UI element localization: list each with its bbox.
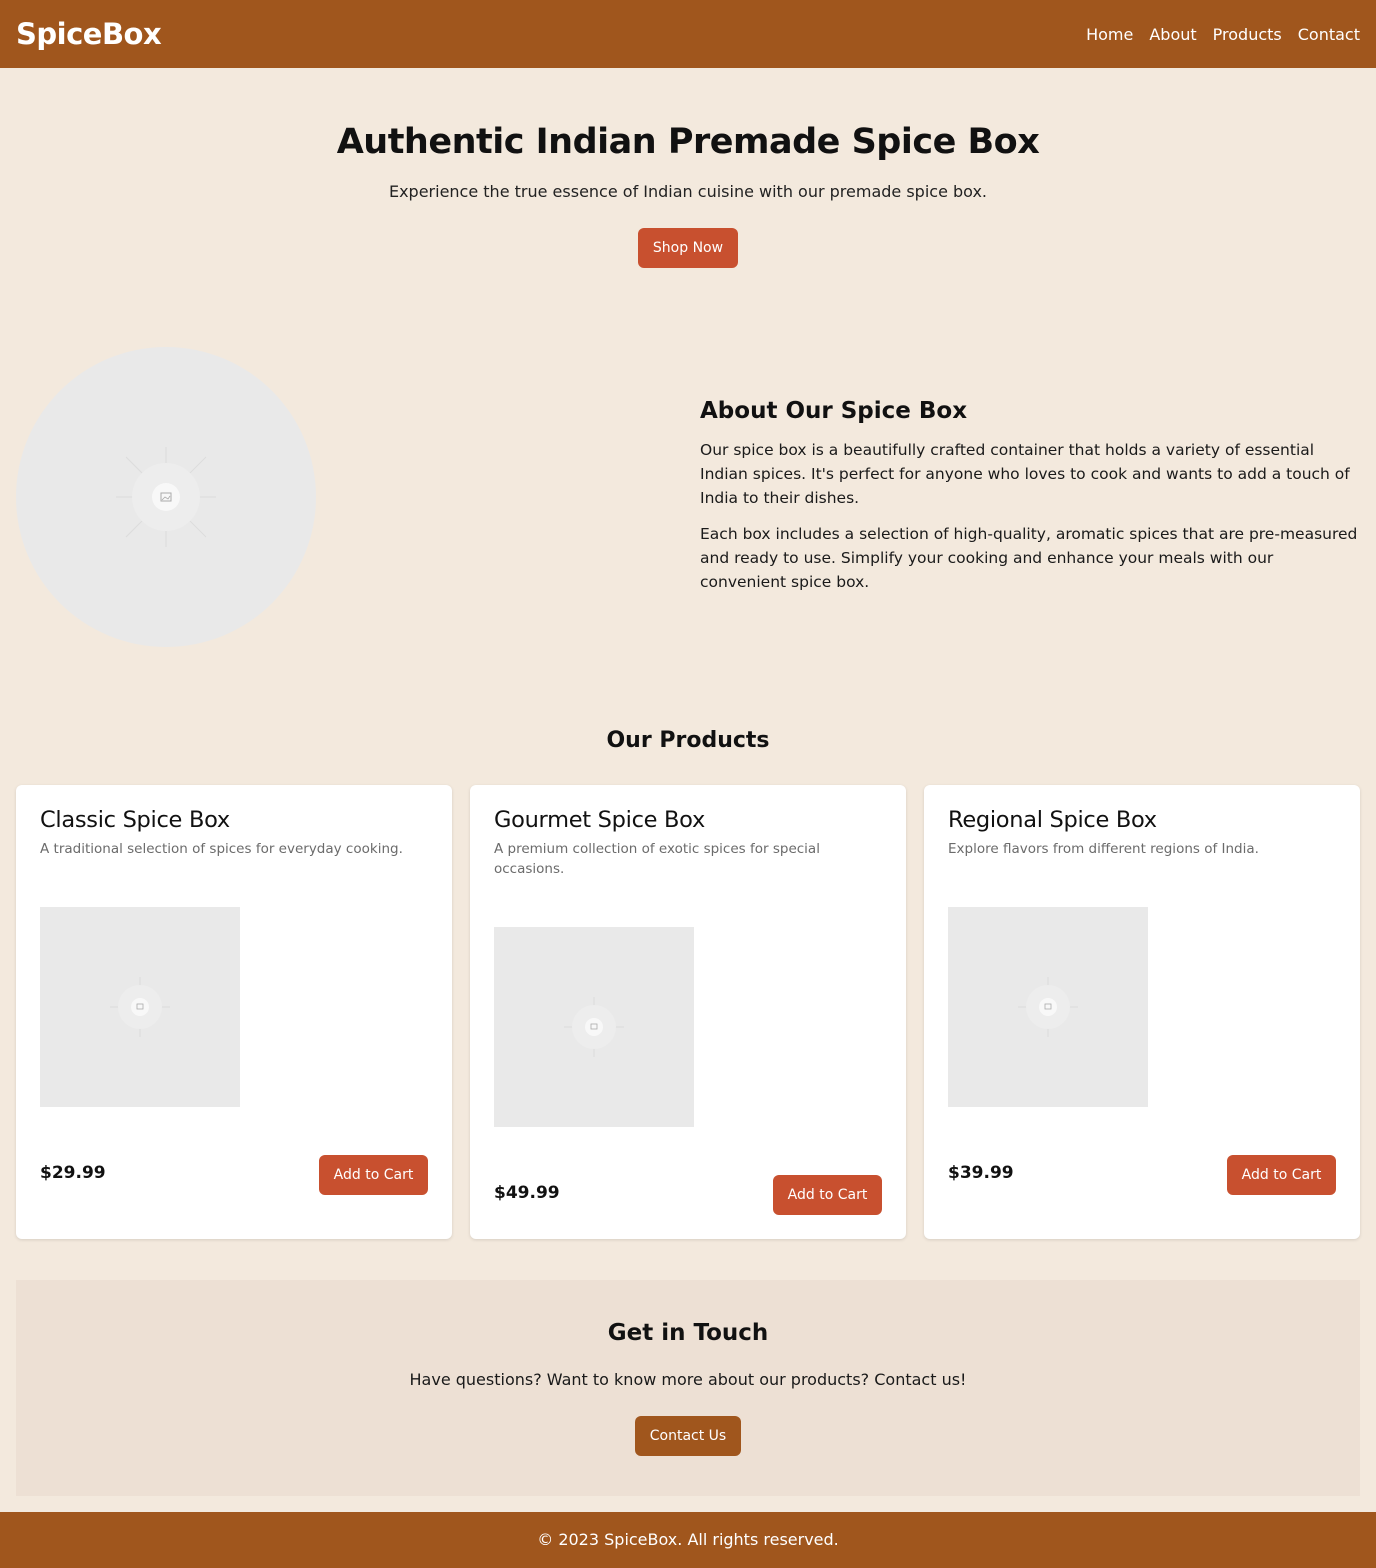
contact-title: Get in Touch xyxy=(607,1320,769,1346)
add-to-cart-button[interactable]: Add to Cart xyxy=(319,1155,428,1195)
product-card: Classic Spice Box A traditional selectio… xyxy=(16,785,452,1239)
product-name: Gourmet Spice Box xyxy=(494,807,705,833)
contact-text: Have questions? Want to know more about … xyxy=(409,1370,967,1389)
product-image xyxy=(494,927,694,1127)
products-title: Our Products xyxy=(606,728,770,753)
about-paragraph: Each box includes a selection of high-qu… xyxy=(700,525,1358,591)
image-placeholder-icon xyxy=(110,977,170,1037)
nav-products-link[interactable]: Products xyxy=(1213,25,1282,44)
product-name: Regional Spice Box xyxy=(948,807,1157,833)
product-description: Explore flavors from different regions o… xyxy=(948,841,1259,857)
product-image xyxy=(40,907,240,1107)
image-placeholder-icon xyxy=(116,447,216,547)
nav-contact-link[interactable]: Contact xyxy=(1298,25,1360,44)
product-price: $39.99 xyxy=(948,1163,1014,1183)
product-price: $29.99 xyxy=(40,1163,106,1183)
nav-home-link[interactable]: Home xyxy=(1086,25,1133,44)
hero-title: Authentic Indian Premade Spice Box xyxy=(336,122,1040,162)
about-title: About Our Spice Box xyxy=(700,398,968,424)
site-header: SpiceBox Home About Products Contact xyxy=(0,0,1376,68)
about-paragraph: Our spice box is a beautifully crafted c… xyxy=(700,441,1350,507)
hero-subtitle: Experience the true essence of Indian cu… xyxy=(388,182,988,201)
about-section: About Our Spice Box Our spice box is a b… xyxy=(700,398,1360,606)
site-footer: © 2023 SpiceBox. All rights reserved. xyxy=(0,1512,1376,1568)
main-nav: Home About Products Contact xyxy=(1086,25,1360,44)
image-placeholder-icon xyxy=(564,997,624,1057)
contact-us-button[interactable]: Contact Us xyxy=(635,1416,741,1456)
product-description: A traditional selection of spices for ev… xyxy=(40,841,403,857)
product-description: A premium collection of exotic spices fo… xyxy=(494,841,820,877)
brand-logo[interactable]: SpiceBox xyxy=(16,17,162,51)
footer-copyright: © 2023 SpiceBox. All rights reserved. xyxy=(537,1530,839,1549)
nav-about-link[interactable]: About xyxy=(1149,25,1196,44)
product-name: Classic Spice Box xyxy=(40,807,230,833)
product-price: $49.99 xyxy=(494,1183,560,1203)
product-card: Gourmet Spice Box A premium collection o… xyxy=(470,785,906,1239)
product-image xyxy=(948,907,1148,1107)
product-card: Regional Spice Box Explore flavors from … xyxy=(924,785,1360,1239)
image-placeholder-icon xyxy=(1018,977,1078,1037)
about-image xyxy=(16,347,316,647)
add-to-cart-button[interactable]: Add to Cart xyxy=(1227,1155,1336,1195)
contact-section: Get in Touch Have questions? Want to kno… xyxy=(16,1280,1360,1496)
shop-now-button[interactable]: Shop Now xyxy=(638,228,738,268)
add-to-cart-button[interactable]: Add to Cart xyxy=(773,1175,882,1215)
